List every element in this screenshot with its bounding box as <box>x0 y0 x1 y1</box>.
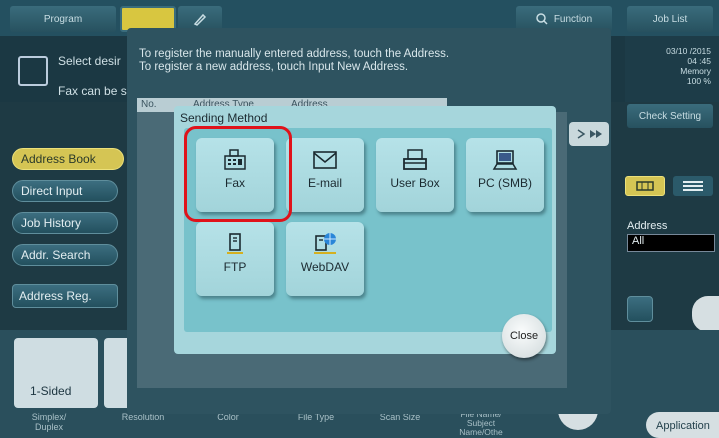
dialog-message: To register the manually entered address… <box>139 48 450 73</box>
sidebar-item-job-history[interactable]: Job History <box>12 212 118 234</box>
popup-close-button[interactable]: Close <box>502 314 546 358</box>
address-filter-select[interactable]: All <box>627 234 715 252</box>
method-email-label: E-mail <box>307 176 342 190</box>
address-filter-label: Address <box>627 220 668 232</box>
method-pc-smb-label: PC (SMB) <box>478 176 532 190</box>
method-ftp-button[interactable]: FTP <box>196 222 274 296</box>
popup-title: Sending Method <box>180 111 268 125</box>
sidebar-item-addr-search[interactable]: Addr. Search <box>12 244 118 266</box>
label-simplex-duplex: Simplex/ Duplex <box>31 412 67 432</box>
program-button[interactable]: Program <box>10 6 116 32</box>
message-line-2: Fax can be s <box>58 84 127 98</box>
webdav-server-icon <box>314 233 336 254</box>
sidebar-item-direct-input[interactable]: Direct Input <box>12 180 118 202</box>
list-icon <box>683 181 703 191</box>
application-button[interactable]: Application <box>646 412 719 438</box>
method-user-box-button[interactable]: User Box <box>376 138 454 212</box>
grid-icon <box>636 181 654 191</box>
memory-label: Memory <box>680 66 711 76</box>
next-page-button[interactable] <box>569 122 609 146</box>
method-email-button[interactable]: E-mail <box>286 138 364 212</box>
method-pc-smb-button[interactable]: PC (SMB) <box>466 138 544 212</box>
label-file-name: File Name/ Subject Name/Othe <box>459 409 503 437</box>
scroll-list-button[interactable] <box>627 296 653 322</box>
method-user-box-label: User Box <box>390 176 440 190</box>
message-line-1: Select desir <box>58 54 121 68</box>
function-label: Function <box>553 13 593 25</box>
method-ftp-label: FTP <box>223 260 247 274</box>
memory-value: 100 % <box>686 76 711 86</box>
fax-status-icon <box>18 56 48 86</box>
status-panel: 03/10 /2015 04 :45 Memory 100 % <box>625 36 719 102</box>
selection-highlight <box>184 126 292 222</box>
check-setting-button[interactable]: Check Setting <box>627 104 713 128</box>
method-webdav-button[interactable]: WebDAV <box>286 222 364 296</box>
status-time: 04 :45 <box>687 56 711 66</box>
simplex-duplex-value: 1-Sided <box>30 384 72 398</box>
view-toggle <box>625 176 717 196</box>
status-date: 03/10 /2015 <box>666 46 711 56</box>
ftp-server-icon <box>227 233 243 254</box>
envelope-icon <box>313 151 337 169</box>
pen-icon <box>193 13 207 26</box>
collapse-panel-button[interactable] <box>692 296 719 332</box>
user-box-icon <box>403 149 427 170</box>
address-register-button[interactable]: Address Reg. <box>12 284 118 308</box>
fast-forward-icon <box>577 129 602 139</box>
method-webdav-label: WebDAV <box>300 260 350 274</box>
col-no: No. <box>141 99 157 110</box>
job-list-button[interactable]: Job List <box>627 6 713 32</box>
grid-view-button[interactable] <box>625 176 665 196</box>
sidebar-item-address-book[interactable]: Address Book <box>12 148 124 170</box>
list-view-button[interactable] <box>673 176 713 196</box>
search-icon <box>536 13 548 25</box>
computer-icon <box>492 150 518 170</box>
